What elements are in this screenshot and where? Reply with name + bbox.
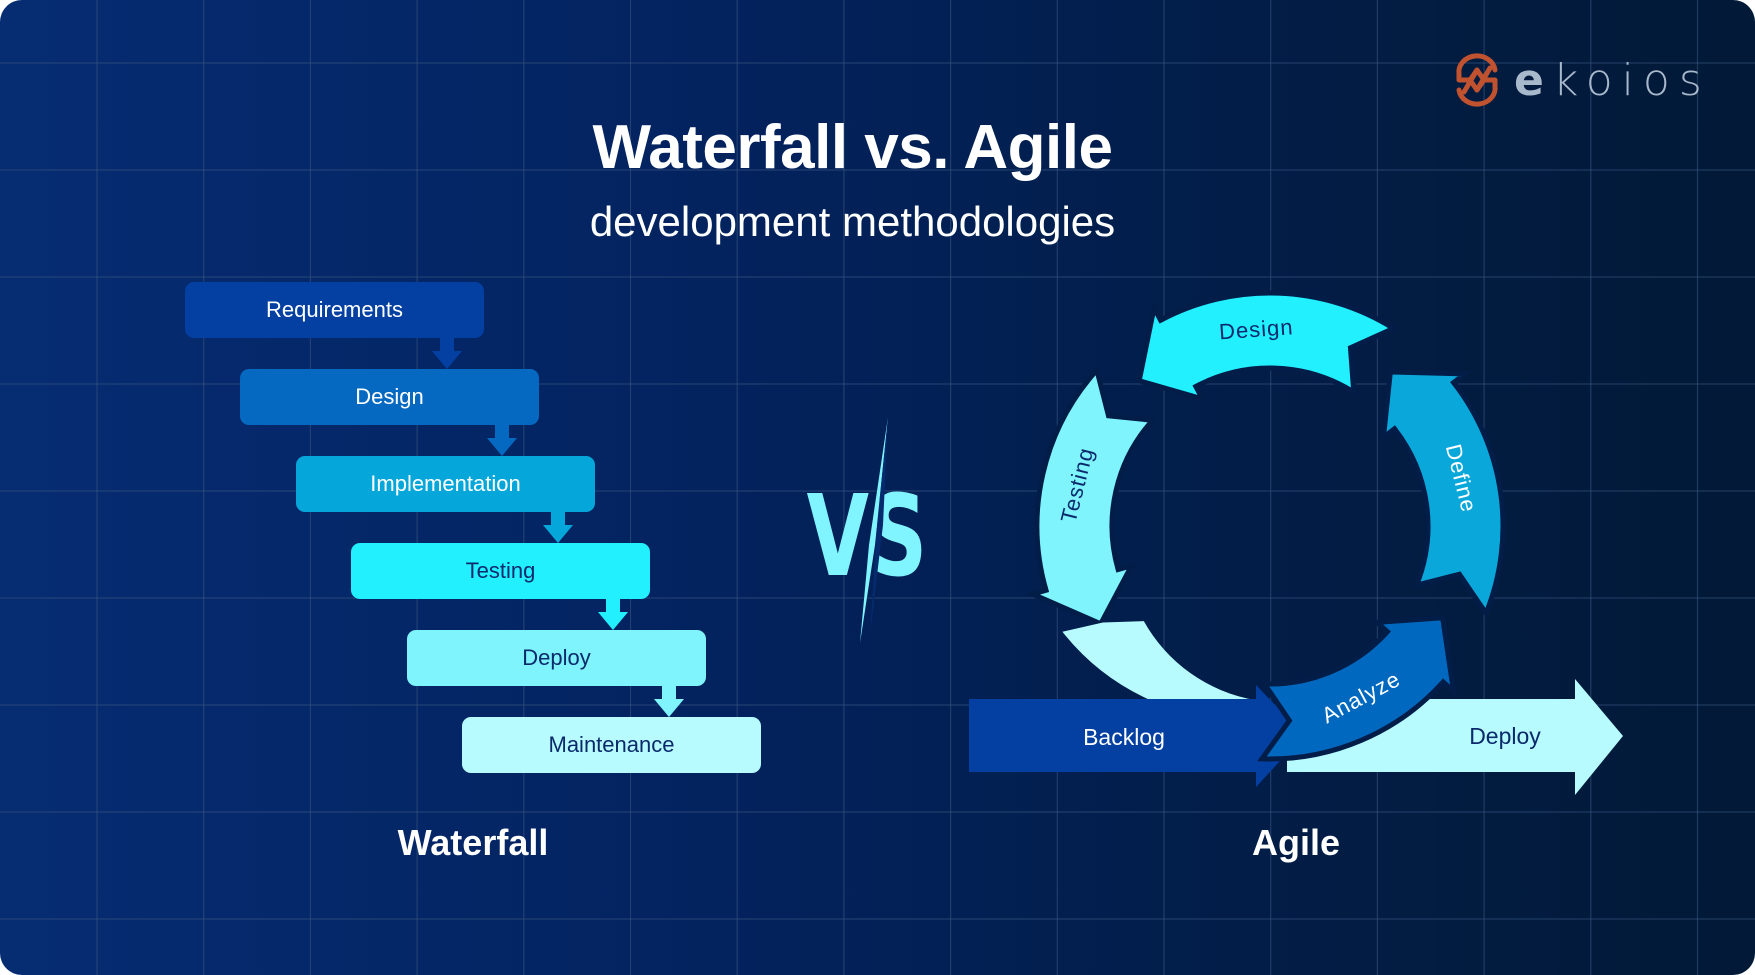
agile-step-define (1380, 369, 1506, 619)
deploy-label: Deploy (1469, 723, 1541, 749)
agile-step-testing (1025, 364, 1158, 627)
agile-step-design (1136, 290, 1399, 403)
agile-return-arc (1062, 621, 1255, 700)
infographic-canvas: ekoios Waterfall vs. Agile development m… (0, 0, 1755, 975)
agile-diagram: Backlog Deploy AnalyzeDefineDesignTestin… (969, 290, 1623, 795)
backlog-label: Backlog (1083, 724, 1165, 750)
agile-step-design-label: Design (1218, 314, 1294, 344)
agile-backlog-arrow: Backlog (969, 685, 1304, 787)
